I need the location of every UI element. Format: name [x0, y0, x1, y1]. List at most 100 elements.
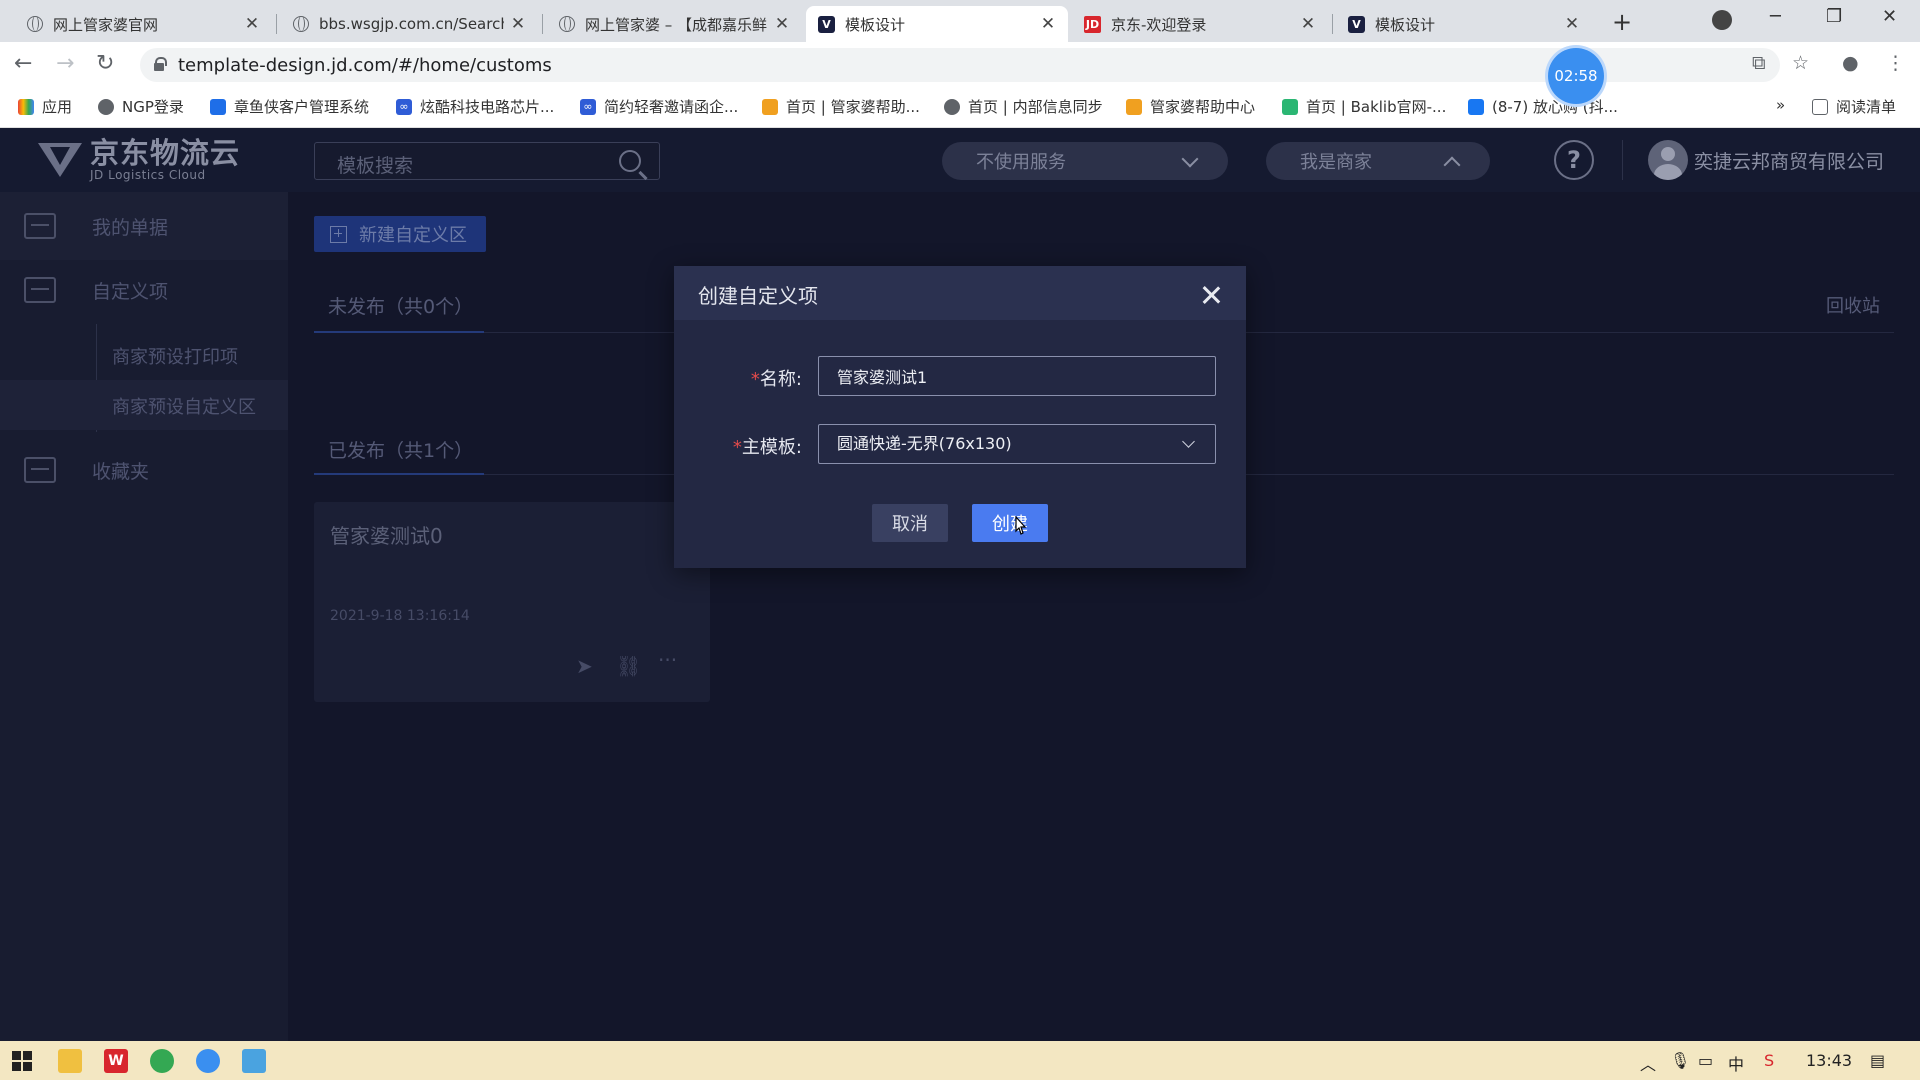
tab-search-icon[interactable]	[1712, 10, 1732, 30]
globe-icon	[292, 16, 309, 33]
chevron-up-icon	[1443, 156, 1461, 174]
chrome-icon[interactable]	[150, 1049, 174, 1073]
wps-icon[interactable]: W	[104, 1049, 128, 1073]
bookmark-item[interactable]: 首页 | Baklib官网-...	[1282, 96, 1446, 117]
tray-chevron-up-icon[interactable]: ︿	[1640, 1051, 1656, 1075]
close-tab-icon[interactable]: ✕	[1564, 14, 1580, 34]
link-icon[interactable]: ⛓	[616, 654, 641, 678]
clock[interactable]: 13:43	[1806, 1051, 1852, 1070]
file-explorer-icon[interactable]	[58, 1049, 82, 1073]
more-icon[interactable]: ···	[658, 648, 677, 672]
bookmark-item[interactable]: ∞ 简约轻奢邀请函企...	[580, 96, 738, 117]
v-logo-icon: V	[818, 15, 835, 33]
tab-underline	[314, 473, 484, 475]
sogou-icon[interactable]: S	[1764, 1051, 1774, 1070]
notification-icon[interactable]: ▤	[1870, 1051, 1885, 1070]
sidebar-subitem-print-items[interactable]: 商家预设打印项	[0, 330, 288, 380]
restore-icon[interactable]: ❐	[1826, 6, 1842, 27]
published-section-title[interactable]: 已发布（共1个）	[328, 436, 473, 463]
sidebar-item-favorites[interactable]: 收藏夹	[0, 436, 288, 504]
bookmark-item[interactable]: 首页 | 内部信息同步	[944, 96, 1103, 117]
name-label-text: 名称:	[759, 369, 802, 390]
template-label: *主模板:	[733, 433, 802, 459]
battery-icon[interactable]: ▭	[1698, 1051, 1713, 1070]
bookmark-item[interactable]: NGP登录	[98, 96, 184, 117]
cancel-button[interactable]: 取消	[872, 504, 948, 542]
browser-tab[interactable]: 网上管家婆 – 【成都嘉乐鲜 ✕	[546, 6, 802, 42]
sidebar: 我的单据 自定义项 商家预设打印项 商家预设自定义区 收藏夹	[0, 192, 288, 1041]
tab-divider	[276, 14, 277, 34]
tab-title: 模板设计	[1375, 15, 1436, 34]
bookmark-apps[interactable]: 应用	[18, 96, 72, 117]
new-button-label: 新建自定义区	[359, 225, 467, 246]
bookmark-item[interactable]: 首页 | 管家婆帮助...	[762, 96, 920, 117]
service-dropdown[interactable]: 不使用服务	[942, 142, 1228, 180]
reading-list-icon	[1812, 98, 1828, 115]
window-close-icon[interactable]: ✕	[1882, 6, 1897, 27]
brand-logo[interactable]: 京东物流云 JD Logistics Cloud	[38, 138, 240, 182]
sidebar-subitem-custom-area[interactable]: 商家预设自定义区	[0, 380, 288, 430]
template-search-input[interactable]: 模板搜索	[314, 142, 660, 180]
sidebar-item-label: 我的单据	[92, 216, 169, 239]
name-field-row: *名称:	[674, 356, 1246, 396]
close-tab-icon[interactable]: ✕	[1040, 14, 1056, 34]
browser-tab[interactable]: bbs.wsgjp.com.cn/Search. ✕	[280, 6, 538, 42]
bookmark-label: 首页 | 内部信息同步	[968, 98, 1103, 116]
profile-icon[interactable]: ●	[1842, 52, 1859, 74]
help-icon[interactable]: ?	[1554, 140, 1594, 180]
browser-tab-active[interactable]: V 模板设计 ✕	[806, 6, 1068, 42]
browser-tab[interactable]: V 模板设计 ✕	[1336, 6, 1592, 42]
minimize-icon[interactable]: ─	[1770, 6, 1781, 27]
browser-app-icon[interactable]	[196, 1049, 220, 1073]
name-input[interactable]	[818, 356, 1216, 396]
microphone-icon[interactable]: 🎙	[1670, 1051, 1690, 1070]
more-bookmarks-button[interactable]: »	[1776, 96, 1785, 114]
address-bar[interactable]: template-design.jd.com/#/home/customs	[140, 48, 1780, 82]
unpublished-section-title[interactable]: 未发布（共0个）	[328, 292, 473, 319]
search-icon[interactable]	[619, 150, 641, 172]
sidebar-item-custom-items[interactable]: 自定义项	[0, 256, 288, 324]
card-timestamp: 2021-9-18 13:16:14	[330, 608, 470, 624]
octopus-icon	[210, 98, 226, 115]
template-card[interactable]: 管家婆测试0 2021-9-18 13:16:14 ➤ ⛓ ···	[314, 502, 710, 702]
reload-icon[interactable]: ↻	[96, 51, 114, 76]
windows-start-icon[interactable]	[10, 1049, 34, 1073]
template-select[interactable]: 圆通快递-无界(76x130)	[818, 424, 1216, 464]
ime-indicator[interactable]: 中	[1728, 1051, 1744, 1075]
translate-icon[interactable]: ⧉	[1752, 52, 1766, 74]
new-tab-button[interactable]: +	[1612, 8, 1632, 36]
sidebar-item-my-documents[interactable]: 我的单据	[0, 192, 288, 260]
globe-icon	[26, 16, 43, 33]
send-icon[interactable]: ➤	[576, 654, 593, 678]
bookmark-label: 简约轻奢邀请函企...	[604, 98, 739, 116]
leaf-icon	[1282, 98, 1298, 115]
close-tab-icon[interactable]: ✕	[510, 14, 526, 34]
back-icon[interactable]: ←	[14, 51, 32, 76]
forward-icon[interactable]: →	[56, 51, 74, 76]
browser-tab[interactable]: 网上管家婆官网 ✕	[14, 6, 272, 42]
close-tab-icon[interactable]: ✕	[1300, 14, 1316, 34]
reading-list-button[interactable]: 阅读清单	[1812, 96, 1896, 117]
bookmark-item[interactable]: 管家婆帮助中心	[1126, 96, 1255, 117]
close-tab-icon[interactable]: ✕	[774, 14, 790, 34]
bookmark-star-icon[interactable]: ☆	[1792, 52, 1809, 74]
lock-icon	[154, 57, 167, 71]
bookmark-label: 章鱼侠客户管理系统	[234, 98, 370, 116]
timer-badge[interactable]: 02:58	[1548, 48, 1604, 104]
name-label: *名称:	[751, 365, 802, 391]
browser-tab[interactable]: JD 京东-欢迎登录 ✕	[1072, 6, 1328, 42]
close-tab-icon[interactable]: ✕	[244, 14, 260, 34]
bookmark-item[interactable]: ∞ 炫酷科技电路芯片...	[396, 96, 554, 117]
close-icon[interactable]	[1202, 286, 1220, 304]
template-field-row: *主模板: 圆通快递-无界(76x130)	[674, 424, 1246, 464]
bookmark-item[interactable]: 章鱼侠客户管理系统	[210, 96, 369, 117]
bookmark-item[interactable]: (8-7) 放心购 (抖...	[1468, 96, 1618, 117]
new-custom-area-button[interactable]: 新建自定义区	[314, 216, 486, 252]
recycle-bin-link[interactable]: 回收站	[1826, 292, 1880, 318]
app-window-icon[interactable]	[242, 1049, 266, 1073]
role-dropdown[interactable]: 我是商家	[1266, 142, 1490, 180]
create-button[interactable]: 创建	[972, 504, 1048, 542]
tab-title: 网上管家婆官网	[53, 15, 159, 34]
user-menu[interactable]: 奕捷云邦商贸有限公司	[1648, 140, 1884, 180]
menu-icon[interactable]: ⋮	[1886, 52, 1905, 74]
